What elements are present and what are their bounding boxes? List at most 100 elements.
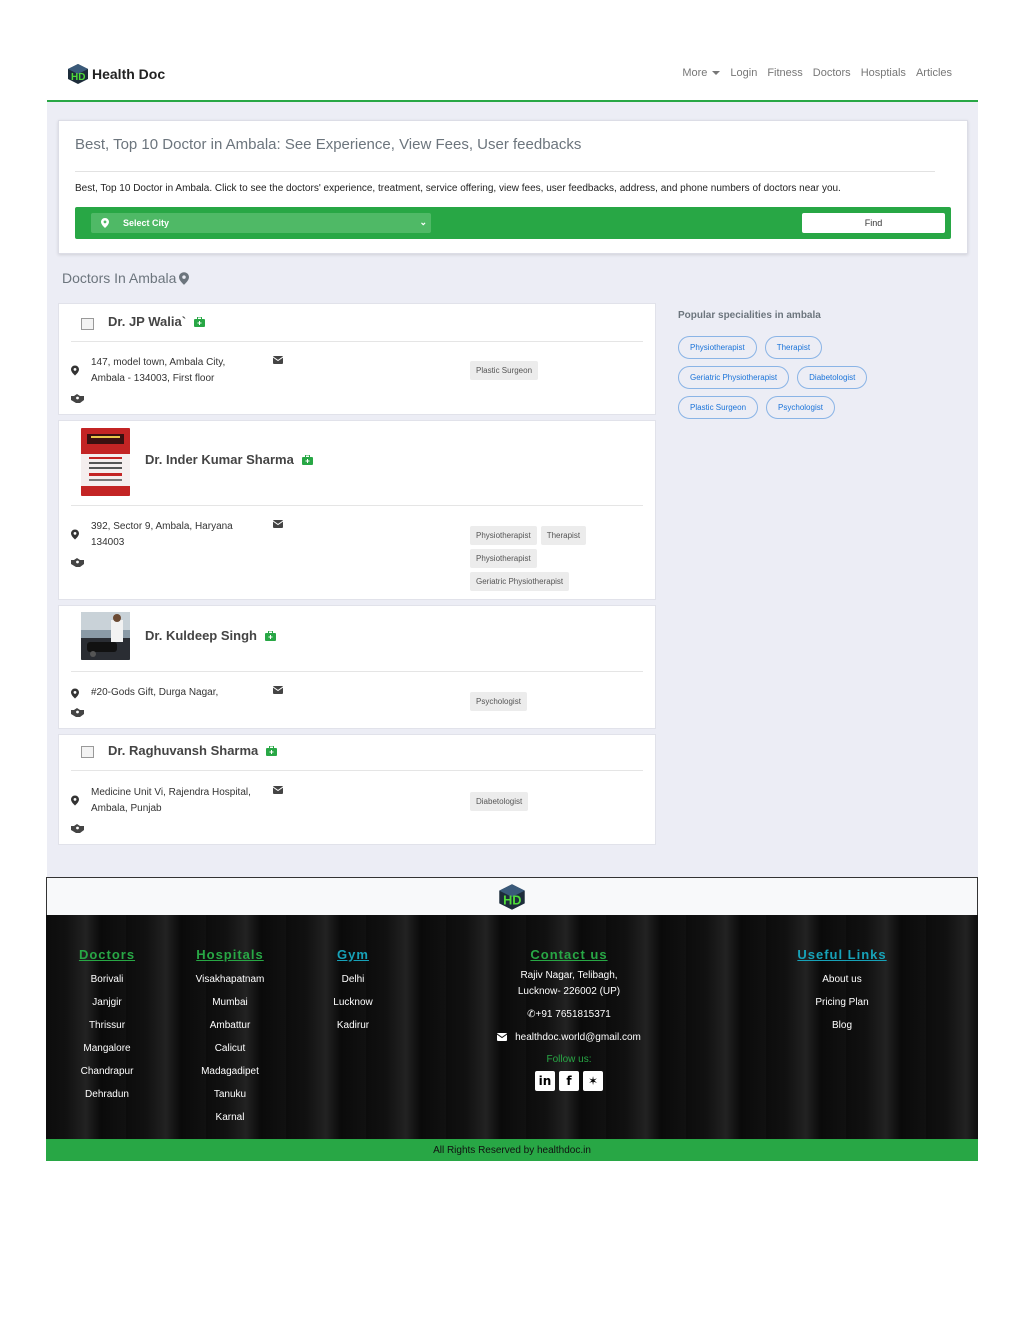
nav-hospitals[interactable]: Hosptials <box>861 67 906 79</box>
contact-phone[interactable]: ✆+91 7651815371 <box>479 1007 659 1023</box>
footer-gym-column: Gym Delhi Lucknow Kadirur <box>322 947 384 1037</box>
handshake-icon <box>71 558 84 567</box>
popular-specialities-list: Physiotherapist Therapist Geriatric Phys… <box>678 336 898 419</box>
doctor-name-link[interactable]: Dr. Inder Kumar Sharma <box>145 452 313 467</box>
doctor-address: 147, model town, Ambala City, Ambala - 1… <box>91 357 226 384</box>
footer: Doctors Borivali Janjgir Thrissur Mangal… <box>46 915 978 1139</box>
medical-kit-icon <box>264 630 276 641</box>
footer-link[interactable]: Borivali <box>68 968 146 991</box>
svg-text:HD: HD <box>71 72 85 83</box>
twitter-icon[interactable]: ✶ <box>583 1071 603 1091</box>
contact-address-line2: Lucknow- 226002 (UP) <box>517 986 621 997</box>
doctor-name-link[interactable]: Dr. Raghuvansh Sharma <box>108 743 278 758</box>
nav-fitness[interactable]: Fitness <box>767 67 802 79</box>
top-navbar: HD Health Doc More Login Fitness Doctors… <box>47 50 978 102</box>
footer-link[interactable]: Lucknow <box>322 991 384 1014</box>
footer-useful-title: Useful Links <box>797 947 887 962</box>
footer-link[interactable]: Dehradun <box>68 1083 146 1106</box>
speciality-tag: Physiotherapist <box>470 526 537 545</box>
footer-link[interactable]: Chandrapur <box>68 1060 146 1083</box>
follow-us-label: Follow us: <box>546 1054 592 1065</box>
brand-link[interactable]: HD Health Doc <box>67 63 165 85</box>
contact-phone-number: +91 7651815371 <box>535 1009 611 1020</box>
speciality-tags: Psychologist <box>470 692 630 711</box>
footer-link[interactable]: Thrissur <box>68 1014 146 1037</box>
footer-link[interactable]: Calicut <box>184 1037 276 1060</box>
speciality-tag: Physiotherapist <box>470 549 537 568</box>
doctor-name: Dr. Inder Kumar Sharma <box>145 452 294 467</box>
envelope-icon[interactable] <box>273 520 283 528</box>
nav-doctors[interactable]: Doctors <box>813 67 851 79</box>
footer-gym-title[interactable]: Gym <box>322 947 384 962</box>
footer-link[interactable]: Janjgir <box>68 991 146 1014</box>
doctor-photo-broken <box>81 318 94 330</box>
page-description: Best, Top 10 Doctor in Ambala. Click to … <box>75 183 841 194</box>
speciality-pill[interactable]: Physiotherapist <box>678 336 757 359</box>
speciality-pill[interactable]: Psychologist <box>766 396 835 419</box>
envelope-icon[interactable] <box>273 686 283 694</box>
speciality-pill[interactable]: Therapist <box>764 336 823 359</box>
envelope-icon[interactable] <box>273 786 283 794</box>
footer-link[interactable]: Ambattur <box>184 1014 276 1037</box>
doctor-address: 392, Sector 9, Ambala, Haryana 134003 <box>91 521 233 548</box>
divider <box>71 770 643 771</box>
speciality-pill[interactable]: Geriatric Physiotherapist <box>678 366 790 389</box>
doctor-name-link[interactable]: Dr. Kuldeep Singh <box>145 628 276 643</box>
speciality-tags: Diabetologist <box>470 792 630 811</box>
footer-link[interactable]: Tanuku <box>184 1083 276 1106</box>
speciality-pill[interactable]: Diabetologist <box>797 366 868 389</box>
handshake-icon <box>71 824 84 833</box>
doctor-name: Dr. Raghuvansh Sharma <box>108 743 259 758</box>
doctor-card: Dr. Inder Kumar Sharma 392, Sector 9, Am… <box>58 420 656 600</box>
footer-contact-title: Contact us <box>530 947 608 962</box>
doctor-photo <box>81 612 130 660</box>
contact-email-address: healthdoc.world@gmail.com <box>515 1032 641 1043</box>
speciality-pill[interactable]: Plastic Surgeon <box>678 396 759 419</box>
brand-name: Health Doc <box>92 66 166 82</box>
nav-articles[interactable]: Articles <box>916 67 952 79</box>
popular-specialities-title: Popular specialities in ambala <box>678 310 821 321</box>
map-pin-icon <box>71 688 79 699</box>
footer-link[interactable]: Mumbai <box>184 991 276 1014</box>
footer-link[interactable]: Mangalore <box>68 1037 146 1060</box>
footer-link[interactable]: Kadirur <box>322 1014 384 1037</box>
svg-text:HD: HD <box>503 893 521 908</box>
speciality-tag: Therapist <box>540 526 587 545</box>
facebook-icon[interactable]: f <box>559 1071 579 1091</box>
nav-more-dropdown[interactable]: More <box>682 67 721 79</box>
speciality-tag: Psychologist <box>470 692 527 711</box>
contact-address-line1: Rajiv Nagar, Telibagh, <box>520 970 618 981</box>
nav-more-label: More <box>682 67 708 79</box>
envelope-icon <box>496 1033 508 1042</box>
footer-link[interactable]: About us <box>792 968 892 991</box>
footer-link[interactable]: Visakhapatnam <box>184 968 276 991</box>
linkedin-icon[interactable]: in <box>535 1071 555 1091</box>
footer-hospitals-title[interactable]: Hospitals <box>184 947 276 962</box>
city-select-value: Select City <box>123 218 170 228</box>
main-content: Best, Top 10 Doctor in Ambala: See Exper… <box>47 102 978 878</box>
doctor-name: Dr. JP Walia` <box>108 314 187 329</box>
footer-link[interactable]: Blog <box>792 1014 892 1037</box>
footer-doctors-title[interactable]: Doctors <box>68 947 146 962</box>
footer-link[interactable]: Pricing Plan <box>792 991 892 1014</box>
envelope-icon[interactable] <box>273 356 283 364</box>
divider <box>75 171 935 172</box>
logo-icon: HD <box>68 64 88 84</box>
contact-email[interactable]: healthdoc.world@gmail.com <box>479 1030 659 1046</box>
doctor-name-link[interactable]: Dr. JP Walia` <box>108 314 206 329</box>
doctor-name: Dr. Kuldeep Singh <box>145 628 257 643</box>
doctor-photo-broken <box>81 746 94 758</box>
footer-link[interactable]: Karnal <box>184 1106 276 1129</box>
footer-doctors-column: Doctors Borivali Janjgir Thrissur Mangal… <box>68 947 146 1106</box>
medical-kit-icon <box>266 745 278 756</box>
map-pin-icon <box>71 795 79 806</box>
speciality-tag: Plastic Surgeon <box>470 361 539 380</box>
footer-link[interactable]: Madagadipet <box>184 1060 276 1083</box>
caret-down-icon <box>712 71 721 75</box>
footer-link[interactable]: Delhi <box>322 968 384 991</box>
find-button[interactable]: Find <box>802 213 945 233</box>
nav-login[interactable]: Login <box>730 67 757 79</box>
footer-logo-bar: HD <box>46 877 978 916</box>
city-select[interactable]: Select City ⌄ <box>91 213 431 233</box>
doctor-card: Dr. JP Walia` 147, model town, Ambala Ci… <box>58 303 656 415</box>
